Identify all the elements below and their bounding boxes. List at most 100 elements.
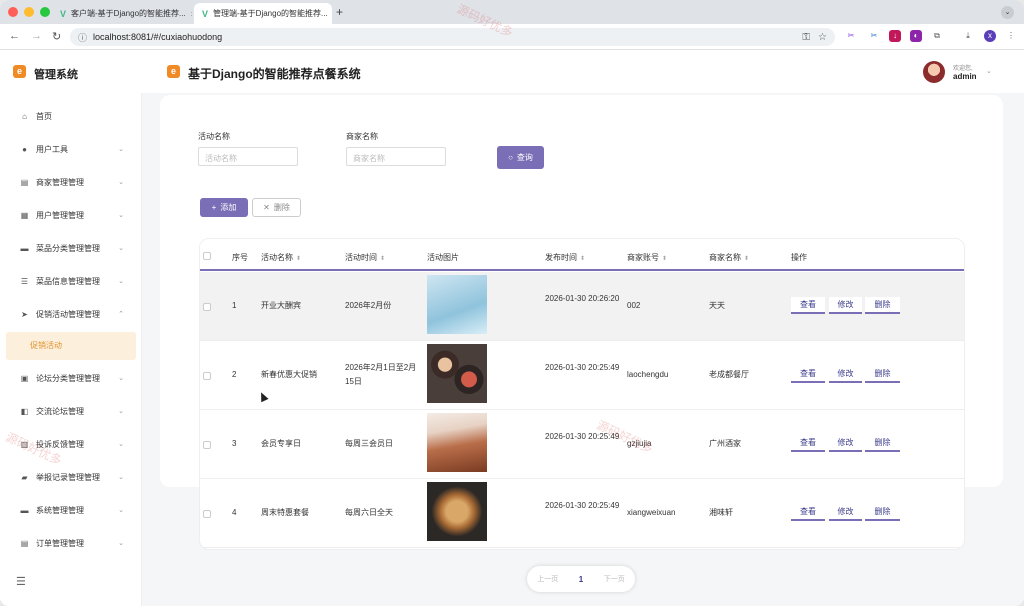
delete-button[interactable]: 删除	[865, 366, 900, 383]
sidebar-item-merchant[interactable]: ▤ 商家管理管理 ⌄	[0, 171, 142, 193]
sidebar-item-order[interactable]: ▤ 订单管理管理 ⌄	[0, 532, 142, 554]
sidebar-item-user-manage[interactable]: ▦ 用户管理管理 ⌄	[0, 204, 142, 226]
header-label: 活动名称	[261, 253, 293, 262]
browser-tab-client[interactable]: V 客户端-基于Django的智能推荐... ×	[52, 3, 192, 24]
address-bar[interactable]: ⓘ localhost:8081/#/cuxiaohuodong ⚿ ☆	[70, 28, 835, 46]
view-button[interactable]: 查看	[791, 297, 825, 314]
sidebar-item-forum[interactable]: ◧ 交流论坛管理 ⌄	[0, 400, 142, 422]
password-key-icon[interactable]: ⚿	[802, 32, 810, 43]
sidebar-item-system[interactable]: ▬ 系统管理管理 ⌄	[0, 499, 142, 521]
delete-button[interactable]: 删除	[865, 435, 900, 452]
header-activity-time[interactable]: 活动时间 ⬍	[345, 252, 385, 263]
activity-name-input[interactable]: 活动名称	[198, 147, 298, 166]
activity-image[interactable]	[427, 413, 487, 472]
sidebar-item-user-tools[interactable]: ● 用户工具 ⌄	[0, 138, 142, 160]
profile-avatar[interactable]: x	[984, 30, 996, 42]
delete-button[interactable]: 删除	[865, 297, 900, 314]
sidebar-item-report[interactable]: ▰ 举报记录管理管理 ⌄	[0, 466, 142, 488]
row-checkbox[interactable]	[203, 441, 211, 449]
browser-tab-admin[interactable]: V 管理端-基于Django的智能推荐... ×	[194, 3, 332, 24]
avatar[interactable]	[923, 61, 945, 83]
sidebar-item-home[interactable]: ⌂ 首页	[0, 105, 142, 127]
activity-image[interactable]	[427, 275, 487, 334]
extension-chart-icon[interactable]: ◐	[910, 30, 922, 42]
feedback-icon: ▥	[20, 439, 29, 449]
sidebar-item-dish-info[interactable]: ☰ 菜品信息管理管理 ⌄	[0, 270, 142, 292]
site-info-icon[interactable]: ⓘ	[78, 31, 87, 44]
folder-icon: ▣	[20, 373, 29, 383]
close-window-button[interactable]	[8, 7, 18, 17]
app-logo-icon: e	[167, 65, 180, 78]
bookmark-star-icon[interactable]: ☆	[818, 32, 827, 43]
table-header: 序号 活动名称 ⬍ 活动时间 ⬍ 活动图片 发布时间 ⬍ 商家账号 ⬍ 商家名称 ⬍ 操作	[200, 239, 964, 271]
cell-no: 2	[232, 370, 237, 379]
batch-delete-button[interactable]: ✕ 删除	[252, 198, 301, 217]
activity-image[interactable]	[427, 482, 487, 541]
maximize-window-button[interactable]	[40, 7, 50, 17]
row-checkbox[interactable]	[203, 510, 211, 518]
view-button[interactable]: 查看	[791, 504, 825, 521]
header-published[interactable]: 发布时间 ⬍	[545, 252, 585, 263]
edit-button[interactable]: 修改	[829, 297, 862, 314]
header-merchant-account[interactable]: 商家账号 ⬍	[627, 252, 667, 263]
reload-icon[interactable]: ↻	[52, 30, 61, 43]
extension-cut-icon[interactable]: ✂	[868, 30, 880, 42]
username[interactable]: admin	[953, 72, 977, 81]
cell-activity-time: 每周三会员日	[345, 439, 393, 448]
header-activity-name[interactable]: 活动名称 ⬍	[261, 252, 301, 263]
collapse-menu-icon[interactable]: ☰	[16, 575, 26, 588]
view-button[interactable]: 查看	[791, 366, 825, 383]
sort-icon[interactable]: ⬍	[662, 256, 667, 262]
edit-button[interactable]: 修改	[829, 504, 862, 521]
sort-icon[interactable]: ⬍	[380, 256, 385, 262]
sidebar-item-label: 交流论坛管理	[36, 406, 84, 416]
cell-no: 4	[232, 508, 237, 517]
table-row: 2 新春优惠大促销 2026年2月1日至2月15日 2026-01-30 20:…	[200, 341, 964, 410]
delete-button[interactable]: 删除	[865, 504, 900, 521]
activity-image[interactable]	[427, 344, 487, 403]
sort-icon[interactable]: ⬍	[580, 256, 585, 262]
back-icon[interactable]: ←	[9, 30, 20, 42]
tab-search-icon[interactable]: ⌄	[1001, 6, 1014, 19]
sidebar-item-promotion[interactable]: ➤ 促销活动管理管理 ⌃	[0, 303, 142, 325]
edit-button[interactable]: 修改	[829, 435, 862, 452]
row-checkbox[interactable]	[203, 303, 211, 311]
merchant-name-input[interactable]: 商家名称	[346, 147, 446, 166]
sidebar-item-label: 商家管理管理	[36, 177, 84, 187]
vue-icon: V	[202, 8, 209, 19]
query-button[interactable]: ○ 查询	[497, 146, 544, 169]
sidebar-item-forum-category[interactable]: ▣ 论坛分类管理管理 ⌄	[0, 367, 142, 389]
forward-icon[interactable]: →	[31, 30, 42, 42]
sidebar-item-feedback[interactable]: ▥ 投诉反馈管理 ⌄	[0, 433, 142, 455]
extension-scissors-icon[interactable]: ✂	[845, 30, 857, 42]
sort-icon[interactable]: ⬍	[744, 256, 749, 262]
cell-published: 2026-01-30 20:25:49	[545, 432, 620, 441]
edit-button[interactable]: 修改	[829, 366, 862, 383]
cell-activity-time: 2026年2月1日至2月15日	[345, 363, 417, 386]
chevron-down-icon[interactable]: ⌄	[986, 67, 992, 75]
extension-download-icon[interactable]: ↓	[889, 30, 901, 42]
close-tab-icon[interactable]: ×	[191, 9, 192, 19]
next-page-button[interactable]: 下一页	[604, 574, 625, 584]
view-button[interactable]: 查看	[791, 435, 825, 452]
extensions-puzzle-icon[interactable]: ⧉	[931, 30, 943, 42]
cell-merchant-name: 天天	[709, 301, 725, 310]
new-tab-icon[interactable]: +	[336, 5, 343, 19]
sidebar-item-dish-category[interactable]: ▬ 菜品分类管理管理 ⌄	[0, 237, 142, 259]
chevron-down-icon: ⌄	[118, 245, 124, 252]
order-icon: ▤	[20, 538, 29, 548]
chevron-down-icon: ⌄	[118, 278, 124, 285]
sidebar-subitem-promotion-activity[interactable]: 促销活动	[6, 332, 136, 360]
sort-icon[interactable]: ⬍	[296, 256, 301, 262]
downloads-icon[interactable]: ⤓	[962, 30, 974, 42]
browser-menu-icon[interactable]: ⋮	[1005, 30, 1017, 42]
header-merchant-name[interactable]: 商家名称 ⬍	[709, 252, 749, 263]
row-checkbox[interactable]	[203, 372, 211, 380]
header-label: 活动时间	[345, 253, 377, 262]
cell-merchant-account: laochengdu	[627, 370, 669, 379]
minimize-window-button[interactable]	[24, 7, 34, 17]
current-page[interactable]: 1	[579, 575, 583, 584]
prev-page-button[interactable]: 上一页	[537, 574, 558, 584]
add-button[interactable]: + 添加	[200, 198, 248, 217]
select-all-checkbox[interactable]	[203, 252, 211, 260]
